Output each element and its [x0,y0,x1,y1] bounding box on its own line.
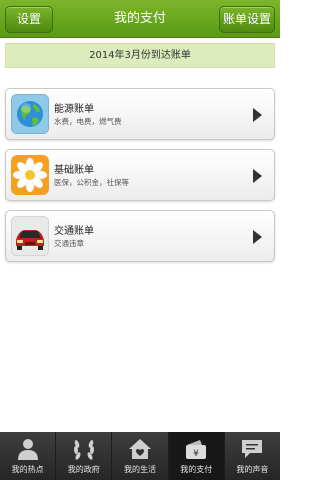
nav-label: 我的生活 [124,465,156,474]
bill-settings-button[interactable]: 账单设置 [219,6,275,33]
nav-label: 我的政府 [67,465,100,474]
card-title: 交通账单 [54,226,94,237]
nav-label: 我的热点 [11,465,44,474]
card-subtitle: 水费，电费，燃气费 [54,117,122,126]
nav-label: 我的支付 [180,465,213,474]
house-icon [129,439,151,459]
bottom-nav: 我的热点 我的政府 我的生活 ¥ 我的支付 我的声音 [0,432,280,480]
nav-item-voice[interactable]: 我的声音 [225,432,280,480]
card-title: 基础账单 [54,165,94,176]
nav-item-payment[interactable]: ¥ 我的支付 [168,432,225,480]
card-title: 能源账单 [54,104,94,115]
nav-item-hotspot[interactable]: 我的热点 [0,432,57,480]
car-icon [11,216,49,256]
top-bar: 设置 我的支付 账单设置 [0,0,280,38]
energy-bill-card[interactable]: 能源账单 水费，电费，燃气费 [5,88,275,140]
traffic-bill-card[interactable]: 交通账单 交通违章 [5,210,275,262]
nav-item-government[interactable]: 我的政府 [56,432,113,480]
month-banner: 2014年3月份到达账单 [5,43,275,68]
nav-item-life[interactable]: 我的生活 [112,432,169,480]
flower-icon [11,155,49,195]
svg-text:¥: ¥ [193,449,199,459]
person-icon [17,439,38,460]
basic-bill-card[interactable]: 基础账单 医保，公积金，社保等 [5,149,275,201]
card-subtitle: 交通违章 [54,239,84,248]
arrow-right-icon [253,108,262,122]
arrow-right-icon [253,230,262,244]
nav-label: 我的声音 [236,465,269,474]
laurel-icon [73,440,94,460]
chat-icon [242,440,263,458]
arrow-right-icon [253,169,262,183]
card-subtitle: 医保，公积金，社保等 [54,178,129,187]
wallet-icon: ¥ [186,440,207,459]
globe-icon [11,94,49,134]
